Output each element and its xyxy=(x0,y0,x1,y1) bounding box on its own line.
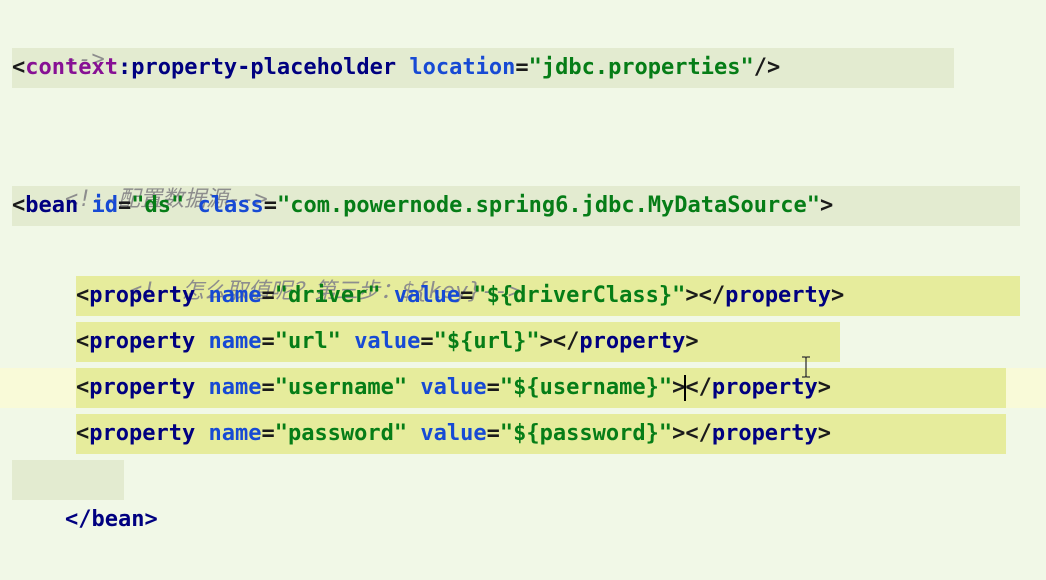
attribute-equals: = xyxy=(261,375,275,400)
tag-close-bracket: > xyxy=(672,421,686,446)
end-tag-open: </ xyxy=(685,375,712,400)
namespace-colon: : xyxy=(117,55,132,80)
tag-open-bracket: < xyxy=(76,375,90,400)
attribute-value: "driver" xyxy=(274,283,381,308)
tag-close-bracket: > xyxy=(820,193,834,218)
attribute-value: "url" xyxy=(274,329,341,354)
attribute-equals: = xyxy=(460,283,474,308)
attribute-equals: = xyxy=(117,193,132,218)
tag-open-bracket: < xyxy=(76,421,90,446)
end-tag-open: </ xyxy=(685,421,712,446)
attribute-name: name xyxy=(208,329,262,354)
end-tag-close: > xyxy=(817,375,832,400)
code-line-comment-datasource[interactable]: <!--配置数据源--> xyxy=(12,140,268,212)
end-tag-close: > xyxy=(685,329,699,354)
code-line-comment-end[interactable]: --> xyxy=(12,0,105,72)
code-editor[interactable]: --> <context:property-placeholder locati… xyxy=(0,0,1046,532)
attribute-name: value xyxy=(420,375,487,400)
end-tag-close: > xyxy=(817,421,832,446)
tag-open-bracket: < xyxy=(76,283,90,308)
attribute-name: value xyxy=(393,283,461,308)
tag-open-bracket: < xyxy=(12,55,26,80)
tag-name: property xyxy=(89,329,196,354)
code-line-property-url[interactable]: <property name="url" value="${url}"></pr… xyxy=(76,322,699,362)
attribute-name: id xyxy=(91,193,118,218)
attribute-name: name xyxy=(208,375,262,400)
attribute-equals: = xyxy=(420,329,434,354)
tag-self-close: /> xyxy=(753,55,781,80)
tag-name: bean xyxy=(25,193,79,218)
attribute-name: name xyxy=(208,421,262,446)
code-line-property-password[interactable]: <property name="password" value="${passw… xyxy=(76,414,831,454)
attribute-equals: = xyxy=(261,421,275,446)
tag-name: property xyxy=(89,375,196,400)
tag-name: property xyxy=(89,421,196,446)
tag-close-bracket: > xyxy=(685,283,699,308)
attribute-value: "username" xyxy=(274,375,408,400)
attribute-equals: = xyxy=(263,193,277,218)
end-tag: </bean> xyxy=(64,507,158,532)
attribute-name: class xyxy=(197,193,264,218)
tag-close-bracket: > xyxy=(672,375,686,400)
attribute-name: location xyxy=(409,55,516,80)
attribute-name: name xyxy=(208,283,262,308)
attribute-equals: = xyxy=(486,375,500,400)
code-line-comment-key[interactable]: <!--怎么取值呢？第三步：${key}--> xyxy=(76,232,521,304)
code-line-context-placeholder[interactable]: <context:property-placeholder location="… xyxy=(12,48,780,88)
attribute-value: "${username}" xyxy=(499,375,673,400)
attribute-value: "ds" xyxy=(131,193,185,218)
attribute-value: "password" xyxy=(274,421,408,446)
code-line-bean-open[interactable]: <bean id="ds" class="com.powernode.sprin… xyxy=(12,186,833,226)
namespace-prefix: context xyxy=(25,55,118,80)
attribute-value: "com.powernode.spring6.jdbc.MyDataSource… xyxy=(276,193,821,218)
attribute-equals: = xyxy=(261,329,275,354)
tag-name: property-placeholder xyxy=(131,55,397,80)
attribute-equals: = xyxy=(261,283,275,308)
attribute-name: value xyxy=(354,329,421,354)
tag-name: property xyxy=(89,283,196,308)
text-cursor-ibeam-icon xyxy=(800,356,812,378)
attribute-value: "${url}" xyxy=(433,329,540,354)
end-tag-close: > xyxy=(831,283,845,308)
code-line-bean-close[interactable]: </bean> xyxy=(12,460,158,532)
attribute-value: "jdbc.properties" xyxy=(528,55,754,80)
attribute-value: "${password}" xyxy=(499,421,673,446)
attribute-equals: = xyxy=(515,55,529,80)
tag-open-bracket: < xyxy=(12,193,26,218)
end-tag-open: </ xyxy=(552,329,580,354)
end-tag-name: property xyxy=(711,421,818,446)
tag-close-bracket: > xyxy=(539,329,553,354)
code-line-property-driver[interactable]: <property name="driver" value="${driverC… xyxy=(76,276,844,316)
attribute-name: value xyxy=(420,421,487,446)
attribute-equals: = xyxy=(486,421,500,446)
attribute-value: "${driverClass}" xyxy=(473,283,686,308)
code-line-property-username[interactable]: <property name="username" value="${usern… xyxy=(76,368,831,408)
ibeam-glyph xyxy=(802,356,810,378)
end-tag-open: </ xyxy=(698,283,726,308)
end-tag-name: property xyxy=(579,329,686,354)
end-tag-name: property xyxy=(711,375,818,400)
end-tag-name: property xyxy=(725,283,832,308)
tag-open-bracket: < xyxy=(76,329,90,354)
